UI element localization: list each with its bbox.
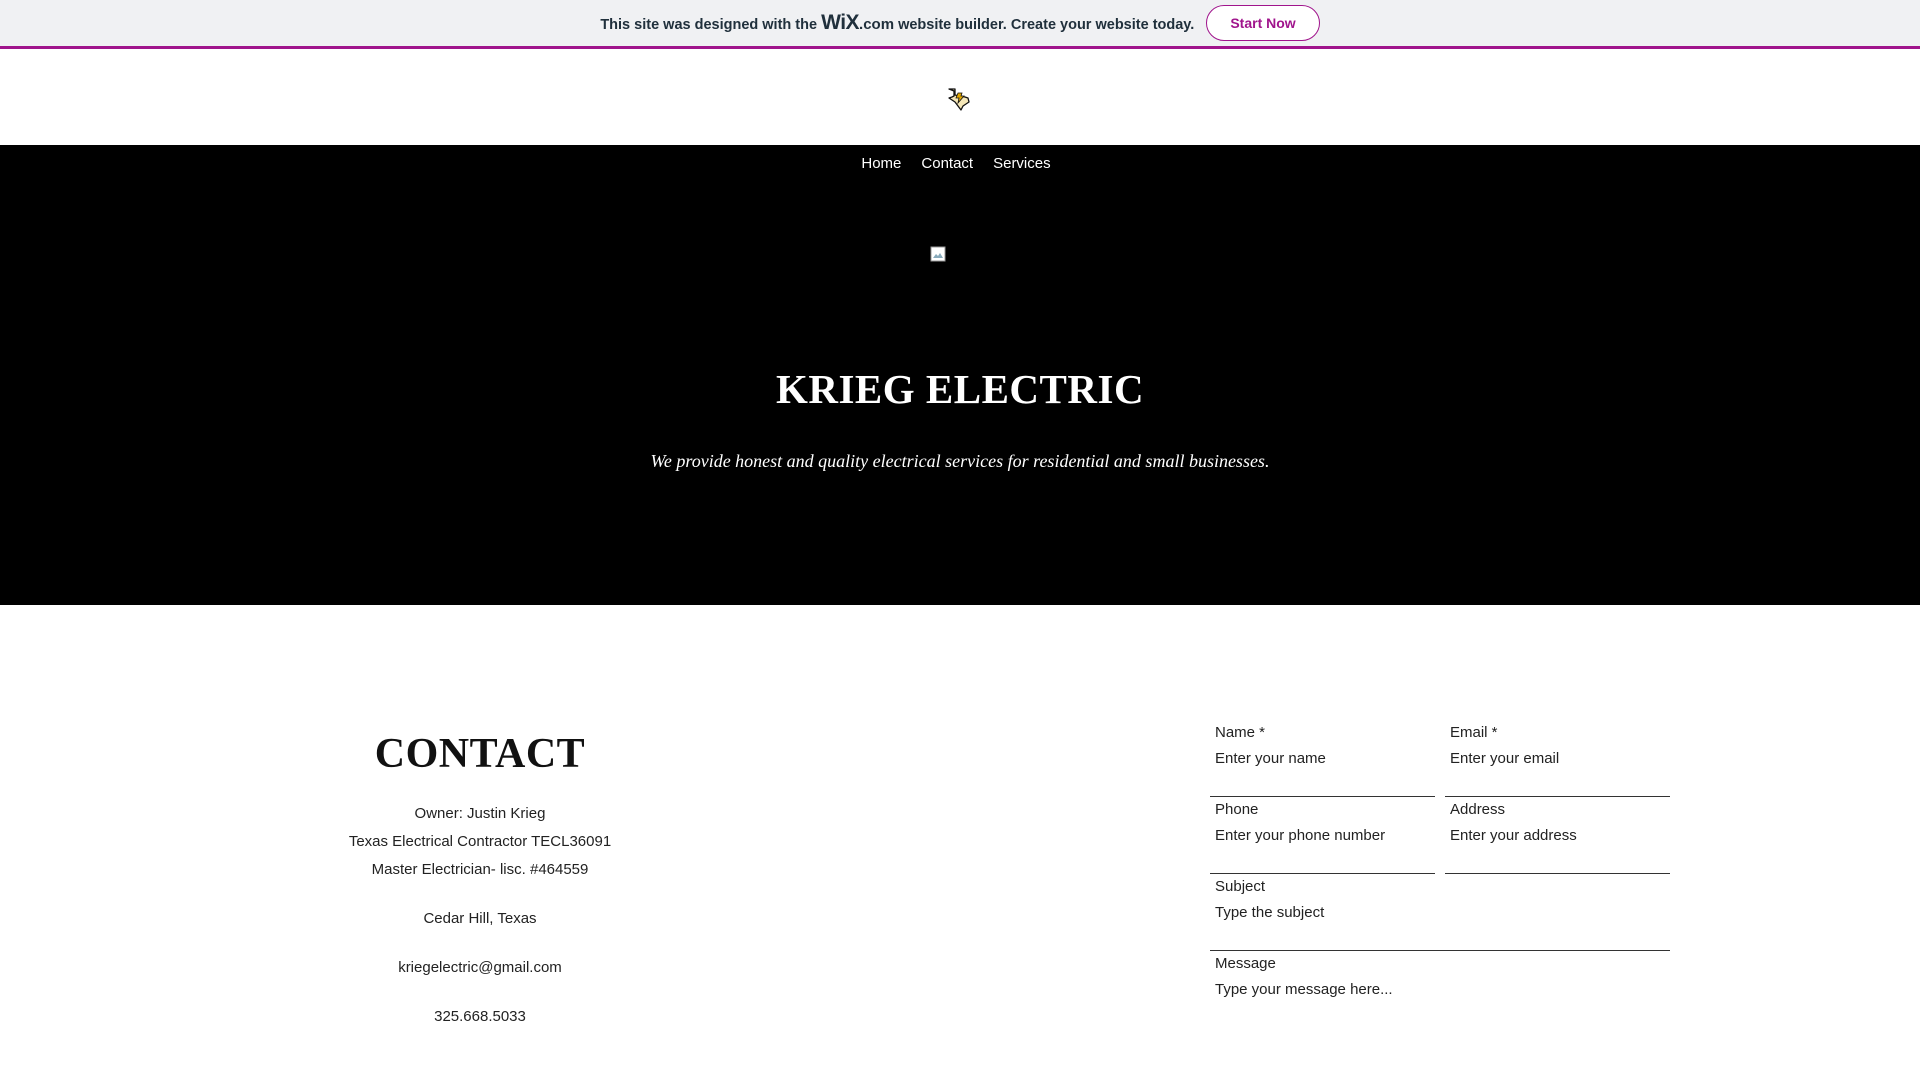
email-label: Email * [1450,724,1498,741]
phone-field-group: Phone [1210,797,1435,874]
wix-logo[interactable]: WiX [821,11,859,35]
nav-home[interactable]: Home [861,155,901,172]
subject-field-group: Subject [1210,874,1670,951]
banner-text-before: This site was designed with the [600,17,818,33]
nav-services[interactable]: Services [993,155,1051,172]
banner-text-after: website builder. Create your website tod… [898,17,1195,33]
site-header [0,49,1920,145]
email-field-group: Email * [1445,720,1670,797]
start-now-button[interactable]: Start Now [1206,5,1320,41]
email-input[interactable] [1450,750,1665,767]
contact-title: CONTACT [374,731,586,777]
address-label: Address [1450,801,1506,818]
message-field-group: Message [1210,951,1670,1051]
phone-label: Phone [1215,801,1259,818]
subject-label: Subject [1215,878,1266,895]
contact-info: CONTACT Owner: Justin Krieg Texas Electr… [330,730,630,1031]
nav-contact[interactable]: Contact [921,155,973,172]
address-field-group: Address [1445,797,1670,874]
wix-promo-banner: This site was designed with the WiX .com … [0,0,1920,49]
phone-input[interactable] [1215,827,1430,844]
name-label: Name * [1215,724,1266,741]
owner-text: Owner: Justin Krieg [414,805,546,822]
contractor-license-text: Texas Electrical Contractor TECL36091 [348,833,612,850]
banner-message: This site was designed with the WiX .com … [600,11,1194,35]
phone-text[interactable]: 325.668.5033 [330,1003,630,1031]
main-nav: Home Contact Services [0,155,1920,172]
hero-section: Home Contact Services KRIEG ELECTRIC We … [0,145,1920,605]
hero-title: KRIEG ELECTRIC [775,366,1145,412]
wix-com-text[interactable]: .com [859,16,894,33]
broken-image-icon [930,246,946,262]
name-input[interactable] [1215,750,1430,767]
hero-subtitle: We provide honest and quality electrical… [650,451,1270,471]
message-textarea[interactable] [1215,981,1665,1015]
texas-map-logo-icon[interactable] [946,85,972,111]
address-input[interactable] [1450,827,1665,844]
master-license-text: Master Electrician- lisc. #464559 [371,861,589,878]
message-label: Message [1215,955,1276,972]
location-text: Cedar Hill, Texas [423,910,537,927]
name-field-group: Name * [1210,720,1435,797]
subject-input[interactable] [1215,904,1665,921]
contact-form: Name * Email * Phone Address Subject Mes… [1210,720,1670,1051]
email-text[interactable]: kriegelectric@gmail.com [330,954,630,982]
